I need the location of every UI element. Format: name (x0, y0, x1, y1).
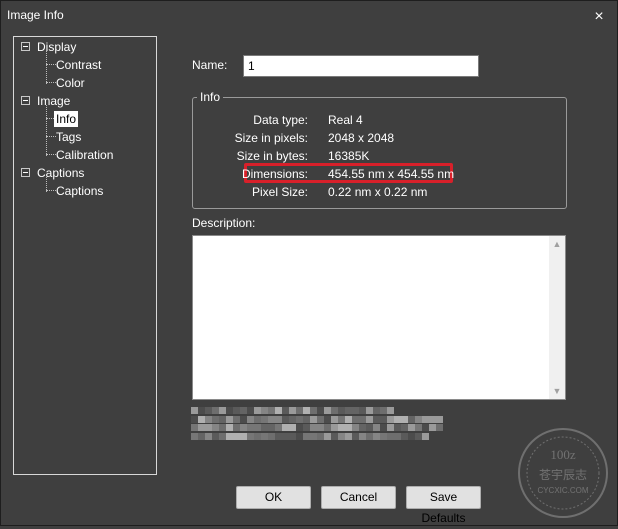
window-title: Image Info (7, 8, 64, 22)
tree-item-label: Info (54, 111, 79, 127)
image-info-dialog: Image Info × Display Contrast Color Imag… (0, 0, 618, 526)
pixelated-region (191, 407, 446, 441)
collapse-icon[interactable] (21, 96, 30, 105)
dimensions-label: Dimensions: (241, 167, 308, 181)
tree-item-label: Calibration (56, 148, 114, 162)
watermark-stamp: 100z 苍宇辰志 CYCXIC.COM (518, 428, 608, 518)
ok-button[interactable]: OK (236, 486, 311, 509)
pixel-size-value: 0.22 nm x 0.22 nm (328, 185, 428, 199)
tree-item-label: Captions (37, 166, 85, 180)
info-group-legend: Info (197, 90, 224, 104)
collapse-icon[interactable] (21, 42, 30, 51)
description-scrollbar[interactable]: ▲ ▼ (549, 236, 565, 399)
save-defaults-button[interactable]: Save Defaults (406, 486, 481, 525)
name-input[interactable] (243, 55, 479, 77)
watermark-bottom-text: CYCXIC.COM (537, 486, 588, 495)
tree-item-label: Contrast (56, 58, 102, 72)
category-tree: Display Contrast Color Image Info Tags C… (13, 36, 157, 475)
description-label: Description: (192, 216, 256, 230)
data-type-label: Data type: (253, 113, 308, 127)
tree-connector (46, 51, 47, 84)
tree-item-label: Display (37, 40, 77, 54)
tree-item-label: Captions (56, 184, 104, 198)
size-pixels-label: Size in pixels: (234, 131, 308, 145)
scroll-up-icon[interactable]: ▲ (549, 236, 565, 252)
description-textarea[interactable]: ▲ ▼ (192, 235, 566, 400)
size-bytes-label: Size in bytes: (236, 149, 308, 163)
size-pixels-value: 2048 x 2048 (328, 131, 395, 145)
pixel-size-label: Pixel Size: (251, 185, 308, 199)
tree-item-label: Color (56, 76, 85, 90)
collapse-icon[interactable] (21, 168, 30, 177)
tree-item-label: Tags (56, 130, 82, 144)
watermark-top-text: 100z (550, 447, 576, 462)
tree-item-label: Image (37, 94, 71, 108)
data-type-value: Real 4 (328, 113, 363, 127)
name-label: Name: (192, 58, 228, 72)
cancel-button[interactable]: Cancel (321, 486, 396, 509)
close-icon[interactable]: × (591, 9, 607, 25)
dimensions-value: 454.55 nm x 454.55 nm (328, 167, 455, 181)
size-bytes-value: 16385K (328, 149, 370, 163)
tree-connector (46, 105, 47, 156)
watermark-middle-text: 苍宇辰志 (539, 468, 587, 482)
scroll-down-icon[interactable]: ▼ (549, 383, 565, 399)
title-bar: Image Info × (1, 1, 617, 31)
